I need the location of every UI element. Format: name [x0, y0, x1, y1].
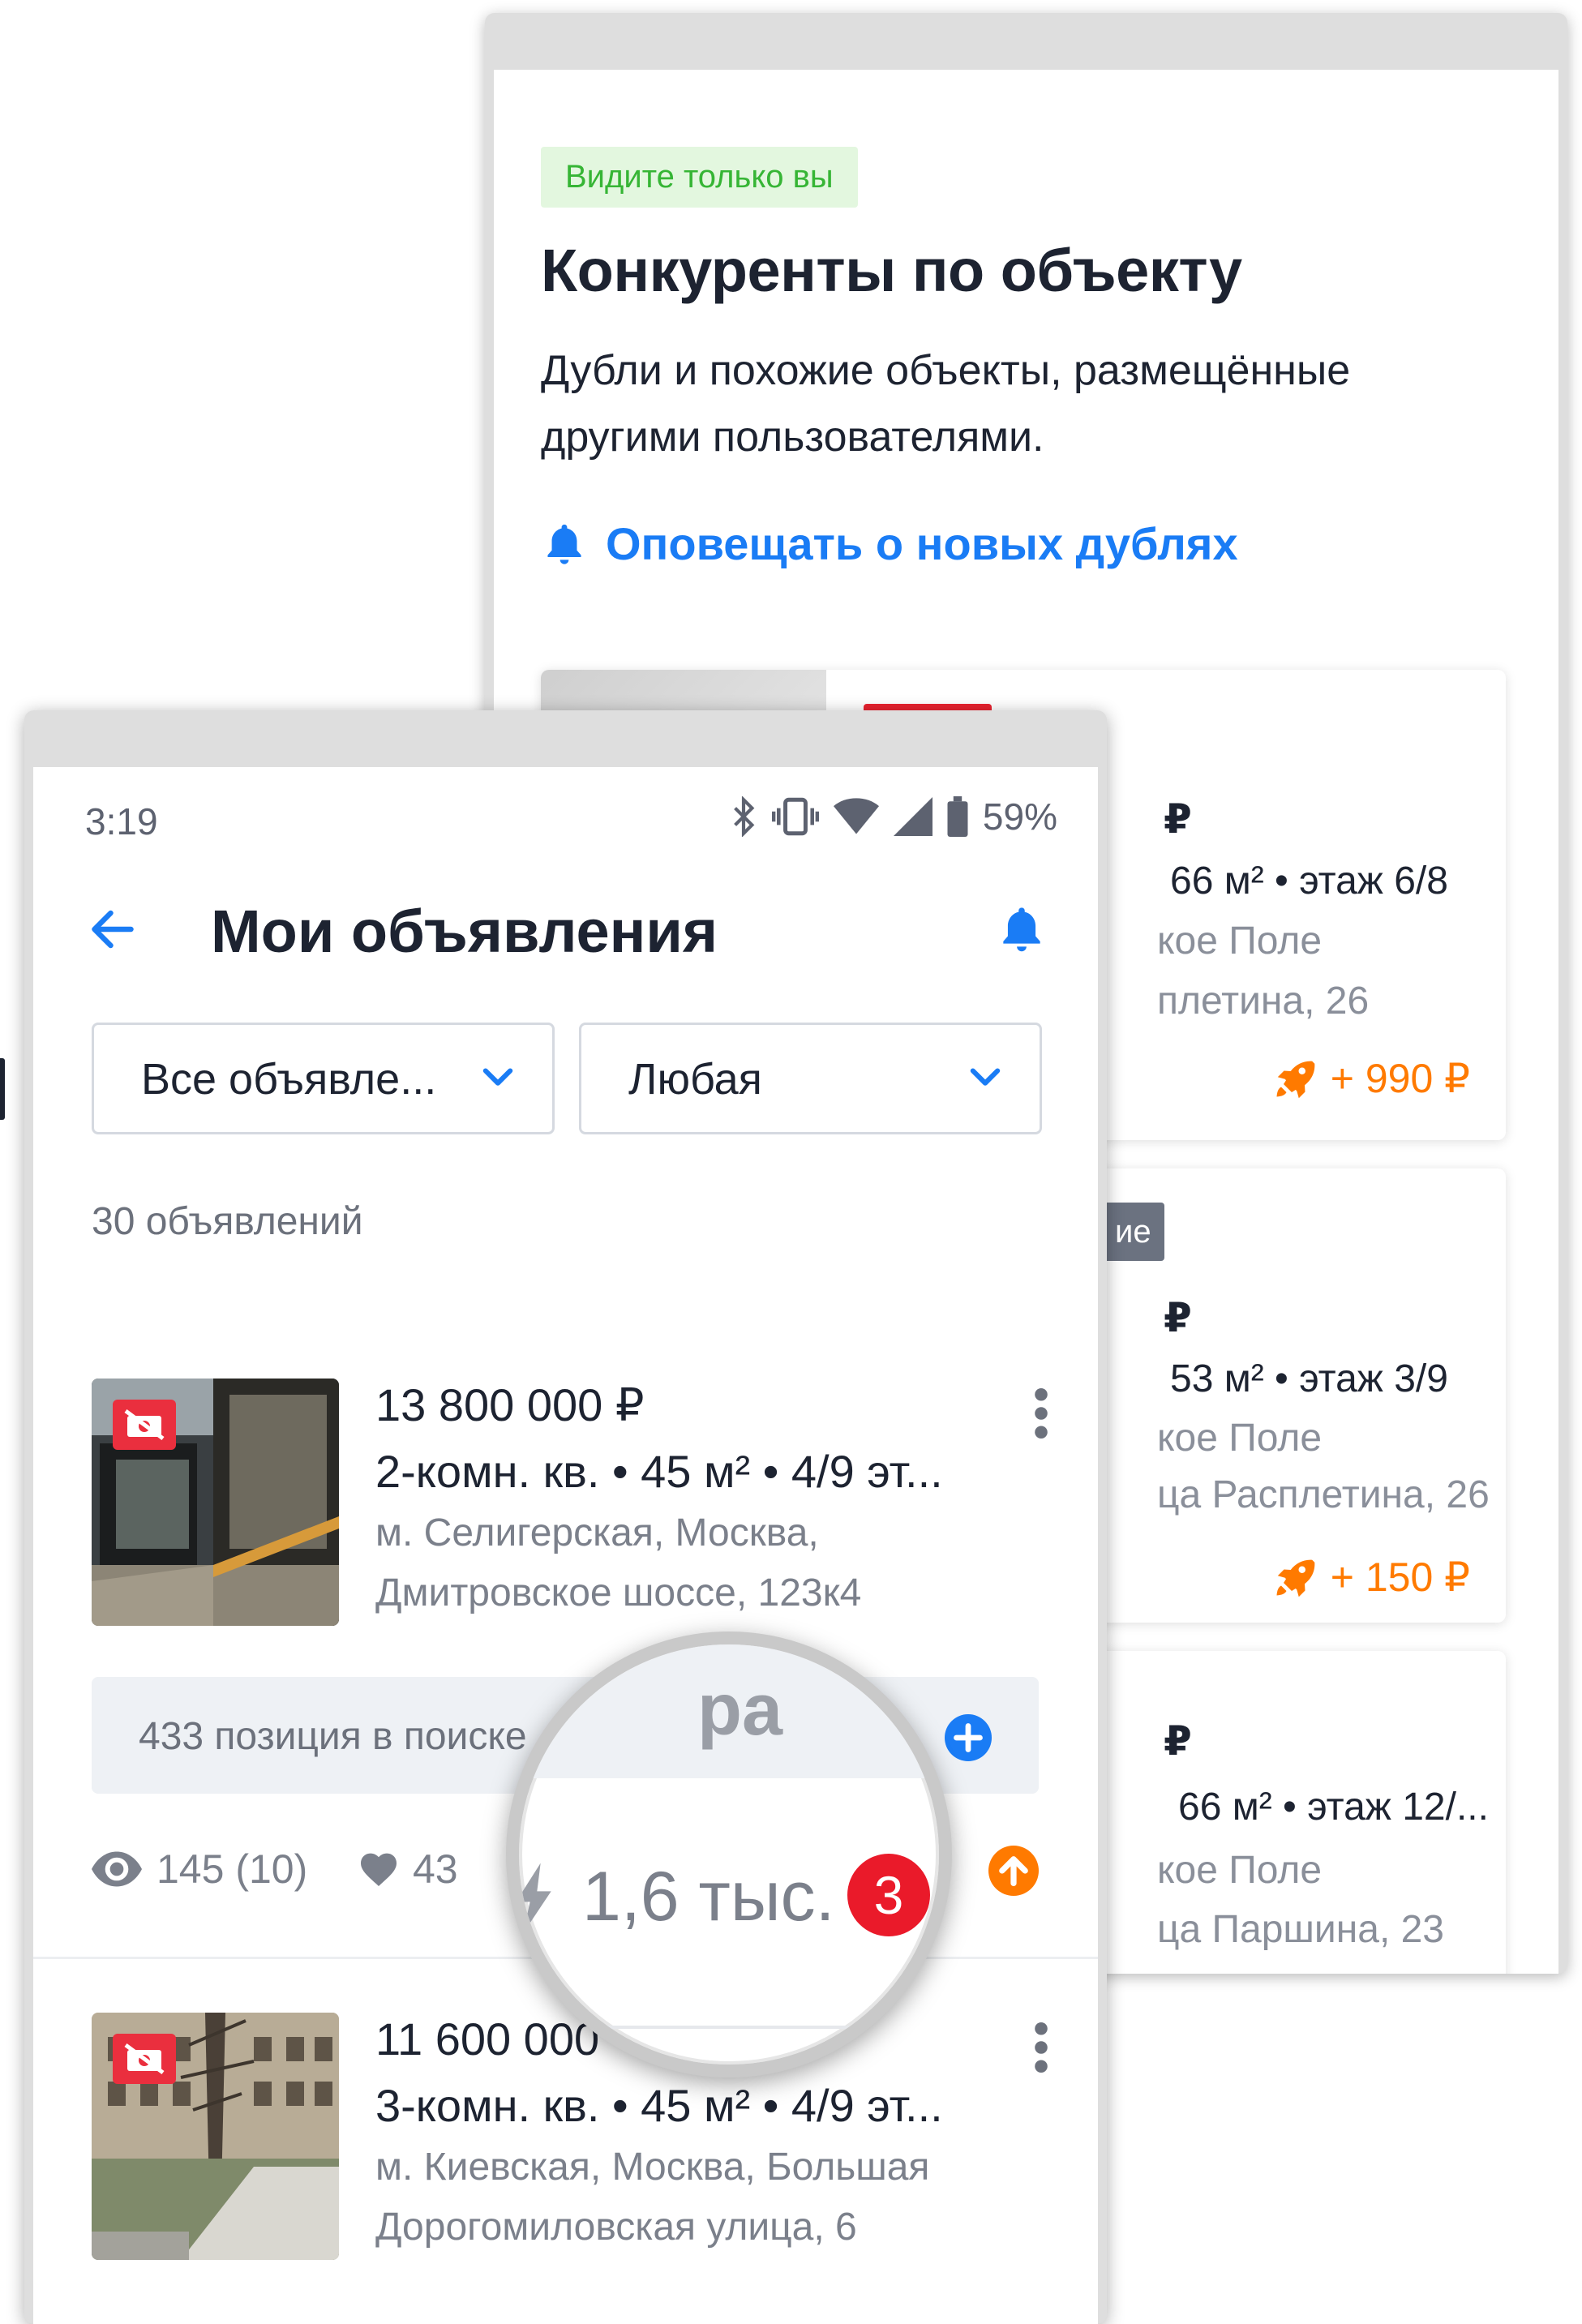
page-title: Мои объявления [211, 898, 718, 965]
listing-price: 11 600 000 [375, 2013, 600, 2065]
bell-icon[interactable] [996, 900, 1048, 958]
status-time: 3:19 [85, 800, 158, 843]
competitor-params: 66 м² • этаж 6/8 [1170, 860, 1448, 903]
bluetooth-icon [734, 796, 755, 837]
visibility-badge: Видите только вы [541, 147, 858, 208]
magnifier-calls-value: 1,6 тыс. [582, 1858, 835, 1936]
period-value: Любая [628, 1055, 762, 1104]
status-bar: 3:19 59% [33, 767, 1098, 861]
listing-metro: м. Киевская, Москва, Большая [375, 2146, 930, 2189]
wifi-icon [833, 798, 879, 834]
competitor-address: ца Паршина, 23 [1157, 1908, 1444, 1951]
competitor-district: кое Поле [1157, 920, 1323, 963]
signal-icon [893, 797, 932, 836]
favorites-count: 43 [413, 1846, 458, 1892]
competitor-promo-amount: + 150 ₽ [1330, 1554, 1470, 1600]
bell-icon [547, 524, 581, 564]
listing-params: 2-комн. кв. • 45 м² • 4/9 эт... [375, 1446, 943, 1497]
listing-type-dropdown[interactable]: Все объявле... [92, 1023, 555, 1134]
listings-count: 30 объявлений [92, 1200, 363, 1243]
favorites-stat: 43 [359, 1846, 458, 1893]
competitor-promo: + 990 ₽ [1271, 1054, 1470, 1103]
competitor-price: ₽ [1164, 796, 1192, 842]
competitor-address: плетина, 26 [1157, 980, 1370, 1023]
notify-duplicates-label: Оповещать о новых дублях [606, 518, 1238, 569]
battery-icon [947, 796, 968, 837]
competitor-promo-amount: + 990 ₽ [1330, 1056, 1470, 1101]
listing-address: Дмитровское шоссе, 123к4 [375, 1571, 862, 1614]
listing-address: Дорогомиловская улица, 6 [375, 2206, 857, 2249]
listing-params: 3-комн. кв. • 45 м² • 4/9 эт... [375, 2080, 943, 2131]
chevron-down-icon [970, 1068, 1001, 1086]
notify-duplicates-link[interactable]: Оповещать о новых дублях [541, 517, 1238, 570]
app-bar: Мои объявления [33, 873, 1098, 986]
views-count: 145 (10) [156, 1846, 308, 1892]
battery-level: 59% [982, 795, 1057, 838]
more-options-icon[interactable] [1033, 1387, 1049, 1440]
edge-marker [0, 1058, 5, 1120]
eye-icon [92, 1851, 142, 1887]
my-listings-screen-frame: 3:19 59% Мои объявления Все объявле... Л… [24, 710, 1107, 2324]
listing-price: 13 800 000 ₽ [375, 1379, 645, 1430]
listing-metro: м. Селигерская, Москва, [375, 1511, 819, 1554]
competitor-district: кое Поле [1157, 1849, 1323, 1892]
new-calls-badge: 3 [847, 1854, 930, 1936]
lightning-icon [519, 1863, 551, 1934]
competitor-tag: ие [1102, 1203, 1164, 1261]
competitor-district: кое Поле [1157, 1417, 1323, 1460]
magnifier-partial-text: ра [697, 1670, 783, 1751]
competitor-params: 53 м² • этаж 3/9 [1170, 1357, 1448, 1400]
listing-type-value: Все объявле... [141, 1055, 437, 1104]
magnifier-divider [519, 2026, 939, 2029]
listing-photo [92, 2013, 339, 2260]
competitor-price: ₽ [1164, 1718, 1192, 1764]
competitor-price: ₽ [1164, 1295, 1192, 1340]
views-stat: 145 (10) [92, 1846, 307, 1893]
vibrate-icon [771, 797, 819, 836]
no-photo-icon [113, 1400, 176, 1450]
no-photo-icon [113, 2034, 176, 2084]
more-options-icon[interactable] [1033, 2021, 1049, 2074]
plus-icon[interactable] [945, 1714, 992, 1761]
back-arrow-icon[interactable] [87, 905, 139, 954]
rocket-icon [1276, 1559, 1315, 1597]
competitor-params: 66 м² • этаж 12/... [1178, 1786, 1489, 1829]
status-icons: 59% [730, 795, 1057, 838]
listing-item[interactable]: 13 800 000 ₽ 2-комн. кв. • 45 м² • 4/9 э… [33, 1379, 1098, 1638]
period-dropdown[interactable]: Любая [579, 1023, 1042, 1134]
competitor-promo: + 150 ₽ [1271, 1553, 1470, 1602]
listing-item[interactable]: 11 600 000 3-комн. кв. • 45 м² • 4/9 эт.… [33, 2013, 1098, 2272]
my-listings-screen: 3:19 59% Мои объявления Все объявле... Л… [33, 767, 1098, 2324]
competitors-title: Конкуренты по объекту [541, 237, 1242, 304]
chevron-down-icon [482, 1068, 513, 1086]
search-position-text: 433 позиция в поиске [139, 1715, 527, 1758]
competitor-address: ца Расплетина, 26 [1157, 1473, 1490, 1516]
listing-photo [92, 1379, 339, 1626]
heart-icon [361, 1853, 397, 1886]
raise-listing-icon[interactable] [988, 1846, 1039, 1896]
magnifier-callout: ра 1,6 тыс. 3 [506, 1632, 952, 2077]
rocket-icon [1276, 1061, 1315, 1099]
competitors-description: Дубли и похожие объекты, размещённые дру… [541, 347, 1351, 461]
